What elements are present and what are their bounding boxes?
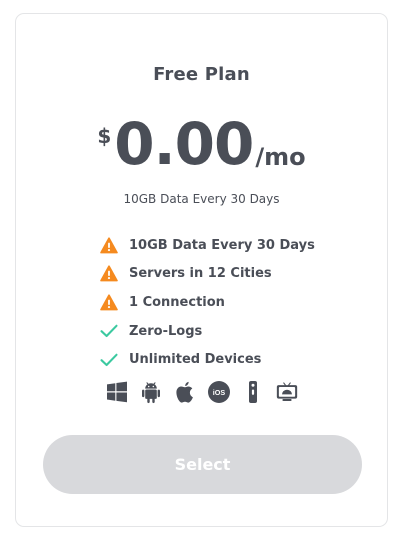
feature-label: Zero-Logs xyxy=(129,323,203,339)
feature-label: Servers in 12 Cities xyxy=(129,266,272,282)
warning-icon xyxy=(100,236,118,254)
select-button[interactable]: Select xyxy=(43,435,362,494)
price-amount: 0.00 xyxy=(114,110,254,178)
feature-item: 10GB Data Every 30 Days xyxy=(100,231,315,260)
feature-label: 1 Connection xyxy=(129,294,225,310)
feature-item: Servers in 12 Cities xyxy=(100,260,315,289)
feature-list: 10GB Data Every 30 Days Servers in 12 Ci… xyxy=(100,231,315,374)
remote-icon xyxy=(241,380,265,404)
plan-subtitle: 10GB Data Every 30 Days xyxy=(123,192,280,206)
android-icon xyxy=(139,380,163,404)
warning-icon xyxy=(100,265,118,283)
warning-icon xyxy=(100,293,118,311)
windows-icon xyxy=(105,380,129,404)
plan-card: Free Plan $ 0.00 /mo 10GB Data Every 30 … xyxy=(15,13,388,527)
apple-icon xyxy=(173,380,197,404)
feature-label: 10GB Data Every 30 Days xyxy=(129,237,315,253)
ios-icon-label: iOS xyxy=(212,388,225,397)
android-tv-icon xyxy=(275,380,299,404)
price-currency: $ xyxy=(97,124,112,148)
check-icon xyxy=(100,322,118,340)
price: $ 0.00 /mo xyxy=(16,114,387,182)
plan-title: Free Plan xyxy=(153,64,250,85)
feature-item: Zero-Logs xyxy=(100,317,315,346)
feature-label: Unlimited Devices xyxy=(129,352,262,368)
feature-item: 1 Connection xyxy=(100,288,315,317)
platform-icons: iOS xyxy=(16,380,387,404)
feature-item: Unlimited Devices xyxy=(100,345,315,374)
check-icon xyxy=(100,351,118,369)
price-period: /mo xyxy=(255,143,306,171)
ios-icon: iOS xyxy=(207,380,231,404)
